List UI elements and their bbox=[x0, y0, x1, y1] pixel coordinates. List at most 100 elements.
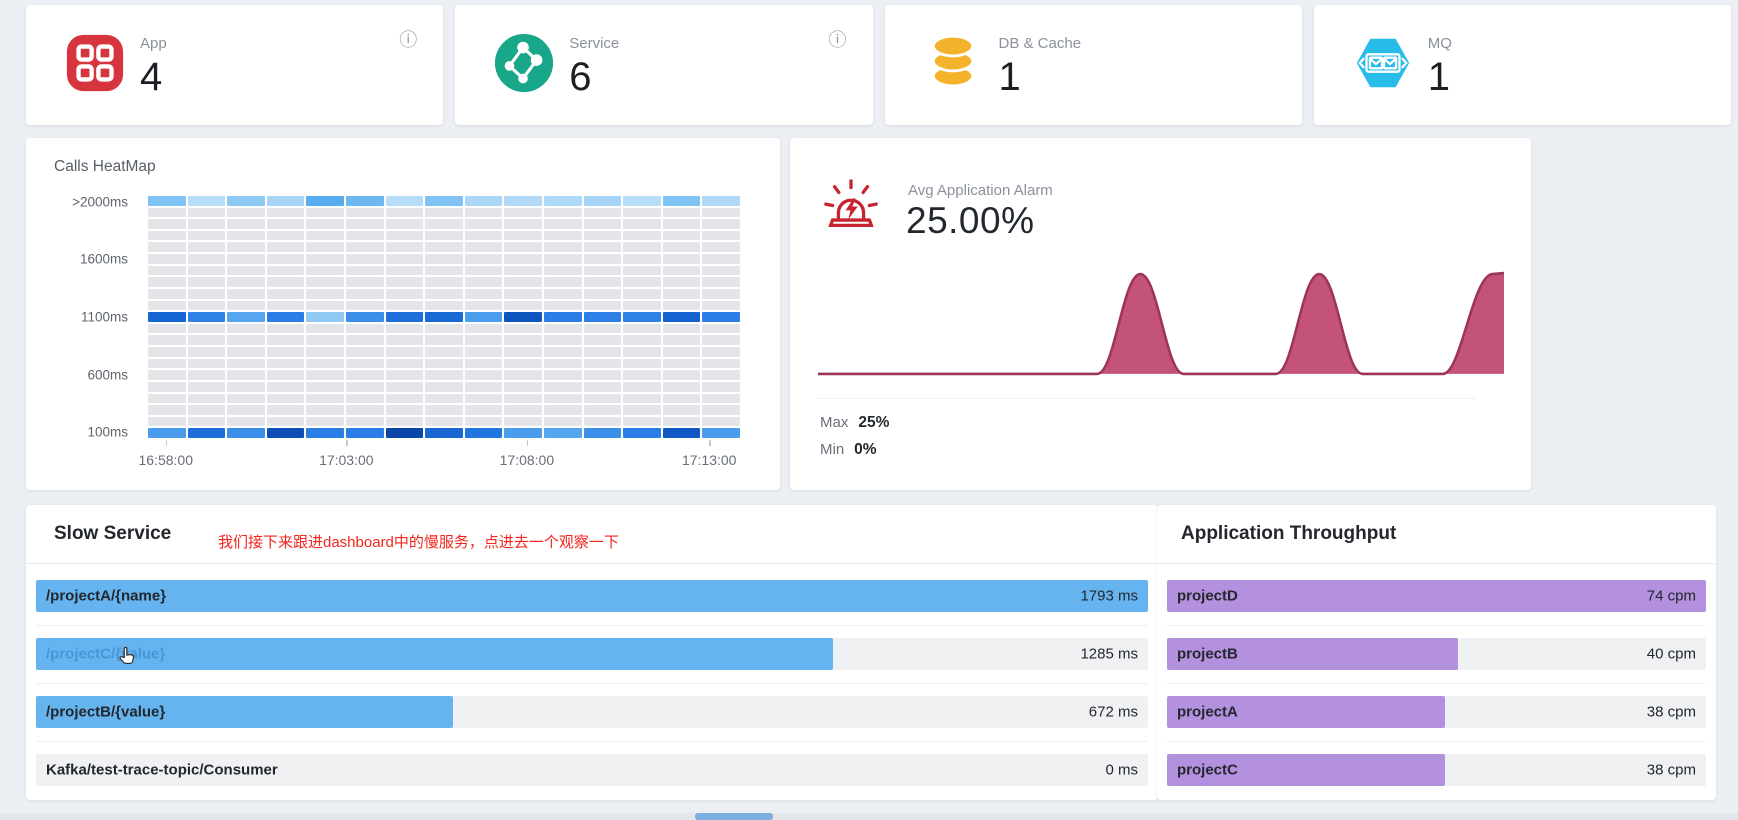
info-icon[interactable]: ⓘ bbox=[829, 31, 847, 49]
heatmap-cell bbox=[227, 382, 265, 392]
heatmap-cell bbox=[504, 312, 542, 322]
heatmap-cell bbox=[465, 219, 503, 229]
heatmap-cell bbox=[504, 301, 542, 311]
heatmap-cell bbox=[544, 382, 582, 392]
heatmap-cell bbox=[663, 208, 701, 218]
slow-service-value: 1285 ms bbox=[1080, 646, 1138, 663]
heatmap-cell bbox=[544, 347, 582, 357]
heatmap-cell bbox=[148, 324, 186, 334]
heatmap-cell bbox=[188, 242, 226, 252]
heatmap-cell bbox=[346, 196, 384, 206]
heatmap-cell bbox=[504, 347, 542, 357]
heatmap-x-label: 17:13:00 bbox=[682, 452, 737, 468]
heatmap-y-axis: >2000ms1600ms1100ms600ms100ms bbox=[26, 196, 138, 438]
heatmap-cell bbox=[623, 219, 661, 229]
heatmap-cell bbox=[623, 324, 661, 334]
heatmap-cell bbox=[544, 219, 582, 229]
heatmap-cell bbox=[386, 208, 424, 218]
throughput-row-projectc: projectC38 cpm bbox=[1167, 754, 1706, 786]
heatmap-cell bbox=[425, 196, 463, 206]
heatmap-cell bbox=[267, 196, 305, 206]
heatmap-cell bbox=[663, 335, 701, 345]
heatmap-cell bbox=[504, 405, 542, 415]
heatmap-cell bbox=[504, 394, 542, 404]
heatmap-cell bbox=[504, 324, 542, 334]
slow-service-row-kafka-test-trace-topic-consumer[interactable]: Kafka/test-trace-topic/Consumer0 ms bbox=[36, 754, 1148, 786]
heatmap-cell bbox=[148, 405, 186, 415]
heatmap-cell bbox=[267, 231, 305, 241]
heatmap-cell bbox=[267, 266, 305, 276]
mq-hexagon-icon bbox=[1352, 32, 1414, 94]
slow-service-bar bbox=[36, 580, 1148, 612]
heatmap-cell bbox=[623, 289, 661, 299]
database-icon bbox=[923, 32, 985, 94]
slow-service-row-projecta-name[interactable]: /projectA/{name}1793 ms bbox=[36, 580, 1148, 612]
heatmap-cell bbox=[346, 417, 384, 427]
alarm-value: 25.00% bbox=[906, 200, 1035, 242]
heatmap-cell bbox=[346, 335, 384, 345]
heatmap-cell bbox=[227, 219, 265, 229]
heatmap-cell bbox=[623, 370, 661, 380]
heatmap-cell bbox=[306, 382, 344, 392]
heatmap-x-label: 17:03:00 bbox=[319, 452, 374, 468]
heatmap-cell bbox=[306, 231, 344, 241]
heatmap-cell bbox=[267, 324, 305, 334]
heatmap-cell bbox=[425, 242, 463, 252]
heatmap-cell bbox=[346, 359, 384, 369]
heatmap-cell bbox=[584, 219, 622, 229]
stat-card-service: Service6ⓘ bbox=[455, 5, 872, 125]
heatmap-cell bbox=[544, 254, 582, 264]
heatmap-cell bbox=[584, 277, 622, 287]
heatmap-cell bbox=[425, 289, 463, 299]
heatmap-cell bbox=[702, 347, 740, 357]
heatmap-cell bbox=[188, 196, 226, 206]
heatmap-cell bbox=[702, 242, 740, 252]
heatmap-cell bbox=[544, 231, 582, 241]
heatmap-cell bbox=[148, 254, 186, 264]
heatmap-cell bbox=[386, 359, 424, 369]
heatmap-cell bbox=[504, 277, 542, 287]
heatmap-cell bbox=[465, 382, 503, 392]
divider bbox=[1167, 683, 1706, 684]
heatmap-cell bbox=[386, 242, 424, 252]
heatmap-cell bbox=[227, 231, 265, 241]
scrollbar-thumb[interactable] bbox=[695, 813, 773, 820]
heatmap-cell bbox=[702, 359, 740, 369]
heatmap-cell bbox=[504, 242, 542, 252]
heatmap-cell bbox=[346, 312, 384, 322]
heatmap-cell bbox=[504, 254, 542, 264]
stat-card-app: App4ⓘ bbox=[26, 5, 443, 125]
heatmap-cell bbox=[623, 335, 661, 345]
heatmap-cell bbox=[544, 417, 582, 427]
info-icon[interactable]: ⓘ bbox=[399, 31, 417, 49]
throughput-label: projectB bbox=[1177, 646, 1238, 663]
slow-service-row-projectb-value[interactable]: /projectB/{value}672 ms bbox=[36, 696, 1148, 728]
heatmap-cell bbox=[346, 242, 384, 252]
heatmap-cell bbox=[702, 289, 740, 299]
throughput-value: 40 cpm bbox=[1647, 646, 1696, 663]
heatmap-cell bbox=[267, 335, 305, 345]
alarm-max-value: 25% bbox=[858, 414, 889, 431]
divider bbox=[36, 741, 1148, 742]
stat-card-label: MQ bbox=[1428, 35, 1452, 52]
slow-service-row-projectc-value[interactable]: /projectC/{value}1285 ms bbox=[36, 638, 1148, 670]
stat-card-label: App bbox=[140, 35, 167, 52]
slow-service-label: Kafka/test-trace-topic/Consumer bbox=[46, 762, 278, 779]
heatmap-cell bbox=[702, 301, 740, 311]
heatmap-cell bbox=[227, 254, 265, 264]
slow-service-value: 1793 ms bbox=[1080, 588, 1138, 605]
heatmap-cell bbox=[544, 312, 582, 322]
heatmap-cell bbox=[465, 254, 503, 264]
heatmap-cell bbox=[227, 289, 265, 299]
heatmap-cell bbox=[465, 312, 503, 322]
heatmap-cell bbox=[188, 417, 226, 427]
heatmap-cell bbox=[544, 301, 582, 311]
heatmap-cell bbox=[267, 394, 305, 404]
heatmap-cell bbox=[148, 196, 186, 206]
heatmap-cell bbox=[267, 254, 305, 264]
heatmap-grid bbox=[148, 196, 740, 438]
heatmap-cell bbox=[623, 266, 661, 276]
scrollbar-track[interactable] bbox=[0, 813, 1738, 820]
heatmap-cell bbox=[267, 359, 305, 369]
heatmap-cell bbox=[306, 324, 344, 334]
